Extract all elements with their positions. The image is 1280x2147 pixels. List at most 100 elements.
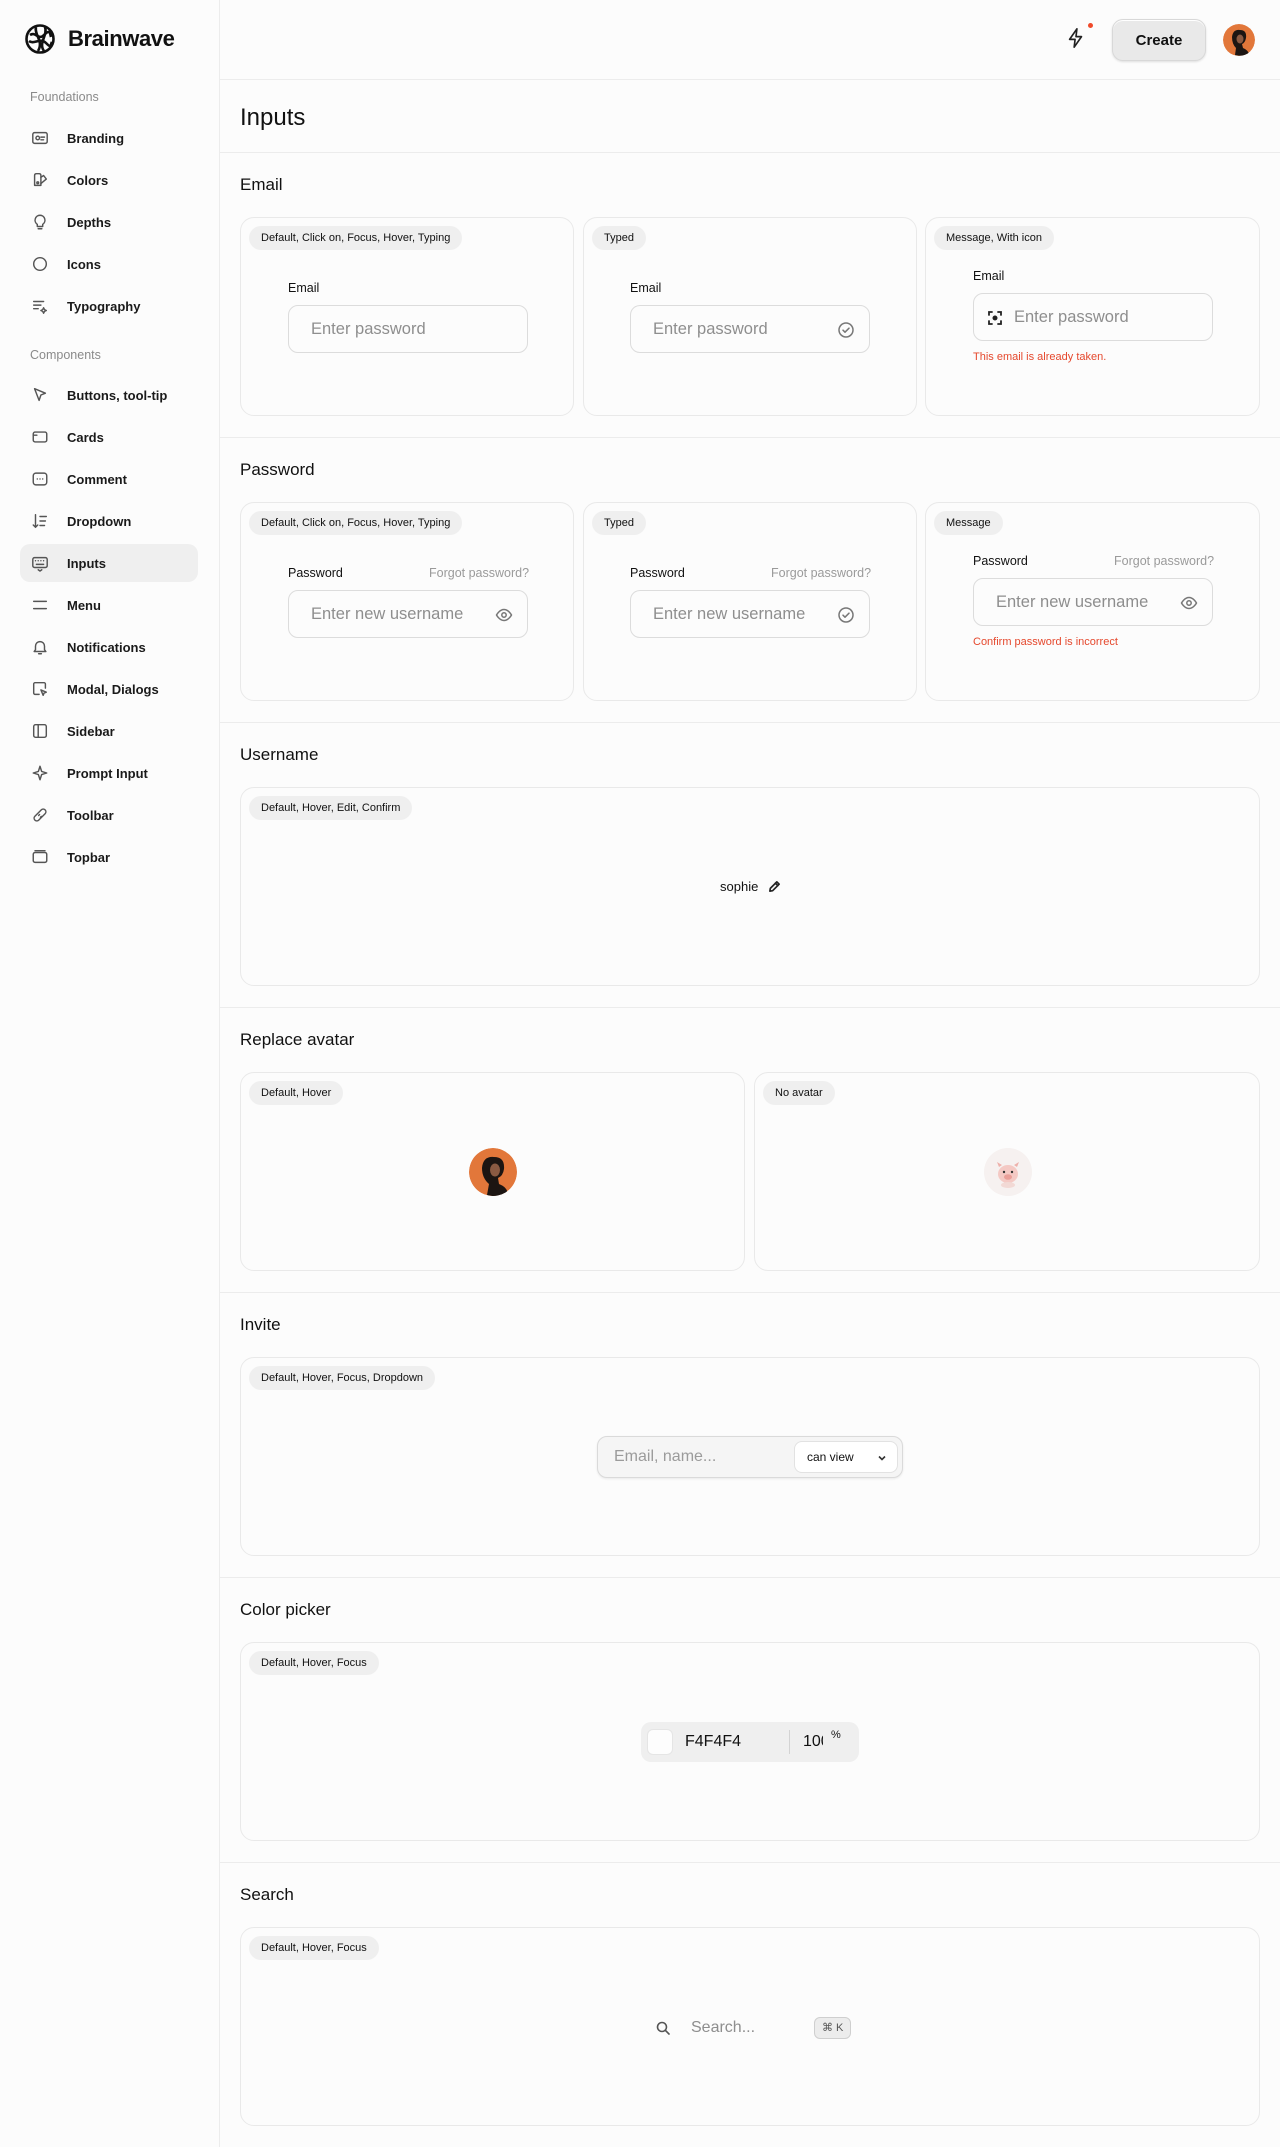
topbar: Create (220, 0, 1280, 80)
sparkle-icon (30, 763, 50, 783)
color-picker-card: Default, Hover, Focus F4F4F4 100 % (240, 1642, 1260, 1841)
sidebar-item-comment[interactable]: Comment (20, 460, 198, 498)
sidebar-item-sidebar[interactable]: Sidebar (20, 712, 198, 750)
invite-placeholder: Email, name... (614, 1448, 717, 1465)
field-label: Password (973, 554, 1028, 568)
field-label: Password (288, 566, 343, 580)
state-badge: Message, With icon (934, 226, 1054, 250)
create-button[interactable]: Create (1112, 19, 1206, 61)
permission-dropdown[interactable]: can view (794, 1441, 898, 1473)
search-input[interactable]: Search... (655, 2019, 755, 2037)
toolbar-icon (30, 805, 50, 825)
field-placeholder: Enter password (311, 319, 426, 338)
sidebar-item-cards[interactable]: Cards (20, 418, 198, 456)
divider (220, 152, 1280, 153)
avatar-image[interactable] (469, 1148, 517, 1196)
state-badge: Default, Hover, Focus (249, 1651, 379, 1675)
state-badge: Typed (592, 226, 646, 250)
forgot-password-link[interactable]: Forgot password? (1114, 554, 1214, 568)
sidebar-item-label: Prompt Input (67, 765, 148, 781)
invite-card: Default, Hover, Focus, Dropdown Email, n… (240, 1357, 1260, 1556)
forgot-password-link[interactable]: Forgot password? (429, 566, 529, 580)
password-field[interactable]: Enter new username (288, 590, 528, 638)
error-message: Confirm password is incorrect (973, 636, 1118, 648)
pig-avatar-icon[interactable] (984, 1148, 1032, 1196)
username-value: sophie (720, 879, 759, 894)
field-label: Email (288, 281, 320, 295)
sidebar-item-notifications[interactable]: Notifications (20, 628, 198, 666)
avatar-empty-card: No avatar (754, 1072, 1260, 1271)
sidebar-item-label: Dropdown (67, 513, 132, 529)
sidebar-item-icons[interactable]: Icons (20, 245, 198, 283)
bulb-icon (30, 212, 50, 232)
sidebar-item-menu[interactable]: Menu (20, 586, 198, 624)
sidebar-item-label: Comment (67, 471, 127, 487)
state-badge: Default, Hover, Edit, Confirm (249, 796, 413, 820)
palette-icon (30, 170, 50, 190)
sidebar-item-branding[interactable]: Branding (20, 119, 198, 157)
field-label: Email (630, 281, 662, 295)
sidebar-item-buttons[interactable]: Buttons, tool-tip (20, 376, 198, 414)
sidebar-item-dropdown[interactable]: Dropdown (20, 502, 198, 540)
sidebar-item-topbar[interactable]: Topbar (20, 838, 198, 876)
email-field[interactable]: Enter password (288, 305, 528, 353)
lightning-icon[interactable] (1065, 27, 1091, 53)
sidebar-item-prompt-input[interactable]: Prompt Input (20, 754, 198, 792)
forgot-password-link[interactable]: Forgot password? (771, 566, 871, 580)
sidebar-item-typography[interactable]: Typography (20, 287, 198, 325)
pencil-icon[interactable] (768, 880, 781, 893)
bell-icon (30, 637, 50, 657)
eye-icon[interactable] (1180, 594, 1198, 612)
section-title-invite: Invite (240, 1315, 281, 1334)
state-badge: Default, Hover (249, 1081, 344, 1105)
sidebar-item-label: Inputs (67, 555, 106, 571)
password-typed-card: Typed Password Forgot password? Enter ne… (583, 502, 917, 701)
sidebar-item-modal[interactable]: Modal, Dialogs (20, 670, 198, 708)
color-swatch[interactable] (647, 1729, 673, 1755)
check-circle-icon (837, 321, 855, 339)
pointer-icon (30, 385, 50, 405)
sidebar-item-inputs[interactable]: Inputs (20, 544, 198, 582)
sidebar-item-label: Notifications (67, 639, 146, 655)
section-title-avatar: Replace avatar (240, 1030, 355, 1049)
typography-icon (30, 296, 50, 316)
opacity-input[interactable]: 100 (803, 1733, 823, 1751)
user-avatar[interactable] (1223, 24, 1255, 56)
chevron-down-icon (878, 1455, 886, 1461)
state-badge: Default, Click on, Focus, Hover, Typing (249, 226, 463, 250)
sidebar-item-label: Modal, Dialogs (67, 681, 159, 697)
invite-input[interactable]: Email, name... can view (597, 1436, 903, 1478)
email-field[interactable]: Enter password (973, 293, 1213, 341)
sidebar-item-label: Buttons, tool-tip (67, 387, 168, 403)
username-display[interactable]: sophie (720, 879, 781, 894)
sidebar-item-colors[interactable]: Colors (20, 161, 198, 199)
sidebar-icon (30, 721, 50, 741)
hex-input[interactable]: F4F4F4 (685, 1733, 741, 1751)
email-typed-card: Typed Email Enter password (583, 217, 917, 416)
eye-icon[interactable] (495, 606, 513, 624)
password-field[interactable]: Enter new username (973, 578, 1213, 626)
section-title-search: Search (240, 1885, 294, 1904)
password-field[interactable]: Enter new username (630, 590, 870, 638)
dropdown-icon (30, 511, 50, 531)
section-title-email: Email (240, 175, 283, 194)
check-circle-icon (837, 606, 855, 624)
group-label-components: Components (30, 348, 101, 362)
sidebar-item-toolbar[interactable]: Toolbar (20, 796, 198, 834)
menu-icon (30, 595, 50, 615)
search-card: Default, Hover, Focus Search... ⌘ K (240, 1927, 1260, 2126)
sidebar-item-label: Toolbar (67, 807, 114, 823)
sidebar-item-label: Sidebar (67, 723, 115, 739)
brainwave-logo-icon (25, 24, 55, 54)
sidebar-item-depths[interactable]: Depths (20, 203, 198, 241)
branding-icon (30, 128, 50, 148)
email-default-card: Default, Click on, Focus, Hover, Typing … (240, 217, 574, 416)
color-picker[interactable]: F4F4F4 100 % (641, 1722, 859, 1762)
email-field[interactable]: Enter password (630, 305, 870, 353)
sidebar-item-label: Topbar (67, 849, 111, 865)
app-name: Brainwave (68, 26, 175, 51)
percent-unit: % (831, 1729, 841, 1741)
divider (789, 1730, 790, 1754)
logo[interactable]: Brainwave (24, 23, 175, 55)
error-message: This email is already taken. (973, 351, 1107, 363)
